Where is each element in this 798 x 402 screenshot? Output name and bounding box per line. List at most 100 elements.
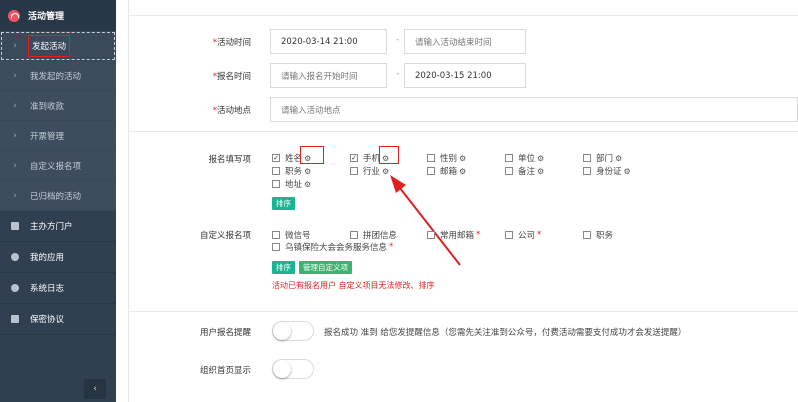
- field-label: 拼团信息: [363, 231, 398, 241]
- custom-checkbox-wechat[interactable]: 微信号: [272, 229, 311, 241]
- field-checkbox-industry[interactable]: 行业 ⚙: [350, 165, 389, 177]
- checkbox[interactable]: [505, 167, 513, 175]
- chevron-right-icon: ›: [13, 70, 17, 81]
- custom-checkbox-email[interactable]: 常用邮箱 *: [427, 229, 480, 241]
- field-label: 职务: [285, 167, 303, 177]
- gear-icon[interactable]: ⚙: [537, 154, 544, 163]
- field-checkbox-unit[interactable]: 单位 ⚙: [505, 152, 544, 164]
- reminder-toggle[interactable]: [272, 321, 314, 341]
- field-checkbox-gender[interactable]: 性别 ⚙: [427, 152, 466, 164]
- checkbox[interactable]: [272, 231, 280, 239]
- gear-icon[interactable]: ⚙: [624, 167, 631, 176]
- sidebar-item-system-log[interactable]: 系统日志: [0, 273, 116, 304]
- field-label: 行业: [363, 167, 381, 177]
- sidebar-item-privacy[interactable]: 保密协议: [0, 304, 116, 335]
- checkbox[interactable]: [583, 167, 591, 175]
- signup-end-input[interactable]: 2020-03-15 21:00: [404, 63, 526, 88]
- custom-checkbox-position[interactable]: 职务: [583, 229, 613, 241]
- divider: [128, 131, 798, 132]
- reminder-label: 用户报名提醒: [199, 328, 251, 338]
- field-label: 公司: [518, 231, 536, 241]
- required-star: *: [389, 242, 394, 252]
- custom-fields-warning: 活动已有报名用户 自定义项目无法修改、排序: [272, 281, 435, 290]
- divider: [128, 15, 798, 16]
- field-label: 地址: [285, 180, 303, 190]
- field-checkbox-position[interactable]: 职务 ⚙: [272, 165, 311, 177]
- annotation-arrow-icon: [390, 175, 461, 266]
- location-input[interactable]: 请输入活动地点: [270, 97, 798, 122]
- custom-checkbox-company[interactable]: 公司 *: [505, 229, 541, 241]
- field-checkbox-remark[interactable]: 备注 ⚙: [505, 165, 544, 177]
- checkbox[interactable]: [350, 167, 358, 175]
- sidebar-item-my-activities[interactable]: › 我发起的活动: [0, 61, 116, 91]
- checkbox[interactable]: [583, 154, 591, 162]
- sidebar-submenu: › 发起活动 › 我发起的活动 › 准到收款 › 开票管理 › 自定义报名项 ›…: [0, 31, 116, 211]
- checkbox[interactable]: ✓: [272, 154, 280, 162]
- gear-icon[interactable]: ⚙: [304, 167, 311, 176]
- location-label: *活动地点: [212, 106, 251, 116]
- sidebar-item-label: 系统日志: [30, 284, 65, 294]
- sidebar-item-my-apps[interactable]: 我的应用: [0, 242, 116, 273]
- settings-icon: [0, 284, 30, 292]
- highlight-box: [300, 146, 324, 164]
- custom-fields-label: 自定义报名项: [199, 231, 251, 241]
- divider: [128, 0, 129, 402]
- app-icon: [0, 253, 30, 261]
- signup-fields-label: 报名填写项: [208, 155, 251, 165]
- field-label: 微信号: [285, 231, 311, 241]
- checkbox[interactable]: [272, 243, 280, 251]
- sidebar-item-label: 自定义报名项: [30, 161, 82, 172]
- checkbox[interactable]: ✓: [350, 154, 358, 162]
- sidebar-item-organizer-portal[interactable]: 主办方门户: [0, 211, 116, 242]
- checkbox[interactable]: [427, 154, 435, 162]
- field-checkbox-id-card[interactable]: 身份证 ⚙: [583, 165, 631, 177]
- highlight-box: [379, 146, 399, 164]
- custom-checkbox-conference-service[interactable]: 乌镇保险大会会务服务信息 *: [272, 241, 393, 253]
- custom-checkbox-group-buy[interactable]: 拼团信息: [350, 229, 397, 241]
- sidebar-item-archived[interactable]: › 已归档的活动: [0, 181, 116, 211]
- required-star: *: [537, 230, 542, 240]
- sidebar-item-custom-fields[interactable]: › 自定义报名项: [0, 151, 116, 181]
- sidebar-item-invoices[interactable]: › 开票管理: [0, 121, 116, 151]
- gear-icon[interactable]: ⚙: [615, 154, 622, 163]
- sidebar-header[interactable]: 活动管理: [0, 0, 116, 31]
- sort-fields-button[interactable]: 排序: [272, 197, 295, 210]
- field-checkbox-department[interactable]: 部门 ⚙: [583, 152, 622, 164]
- chevron-right-icon: ›: [13, 160, 17, 171]
- homepage-toggle[interactable]: [272, 359, 314, 379]
- sidebar-item-launch-activity[interactable]: › 发起活动: [0, 31, 116, 61]
- main-content: *活动时间 2020-03-14 21:00 - 请输入活动结束时间 *报名时间…: [116, 0, 798, 402]
- sidebar-collapse-button[interactable]: ‹: [84, 379, 106, 399]
- checkbox[interactable]: [427, 231, 435, 239]
- checkbox[interactable]: [427, 167, 435, 175]
- chevron-right-icon: ›: [13, 130, 17, 141]
- sidebar-item-payments[interactable]: › 准到收款: [0, 91, 116, 121]
- manage-custom-button[interactable]: 管理自定义项: [299, 261, 352, 274]
- field-label: 单位: [518, 154, 536, 164]
- field-label: 常用邮箱: [440, 231, 475, 241]
- signup-start-input[interactable]: 请输入报名开始时间: [270, 63, 387, 88]
- gear-icon[interactable]: ⚙: [459, 154, 466, 163]
- checkbox[interactable]: [272, 167, 280, 175]
- checkbox[interactable]: [505, 154, 513, 162]
- range-separator: -: [396, 35, 400, 45]
- sidebar-item-label: 我的应用: [30, 253, 65, 263]
- checkbox[interactable]: [350, 231, 358, 239]
- activity-start-input[interactable]: 2020-03-14 21:00: [270, 29, 387, 54]
- gear-icon[interactable]: ⚙: [304, 180, 311, 189]
- checkbox[interactable]: [272, 180, 280, 188]
- sidebar-item-label: 发起活动: [28, 34, 71, 57]
- activity-end-input[interactable]: 请输入活动结束时间: [404, 29, 526, 54]
- gear-icon[interactable]: ⚙: [537, 167, 544, 176]
- sidebar: 活动管理 › 发起活动 › 我发起的活动 › 准到收款 › 开票管理 › 自定义…: [0, 0, 116, 402]
- checkbox[interactable]: [583, 231, 591, 239]
- range-separator: -: [396, 69, 400, 79]
- sort-custom-button[interactable]: 排序: [272, 261, 295, 274]
- sidebar-item-label: 我发起的活动: [30, 71, 82, 82]
- list-icon: [0, 222, 30, 230]
- field-checkbox-address[interactable]: 地址 ⚙: [272, 178, 311, 190]
- chevron-right-icon: ›: [13, 40, 17, 51]
- sidebar-item-label: 主办方门户: [30, 222, 73, 232]
- checkbox[interactable]: [505, 231, 513, 239]
- sidebar-header-label: 活动管理: [28, 12, 65, 22]
